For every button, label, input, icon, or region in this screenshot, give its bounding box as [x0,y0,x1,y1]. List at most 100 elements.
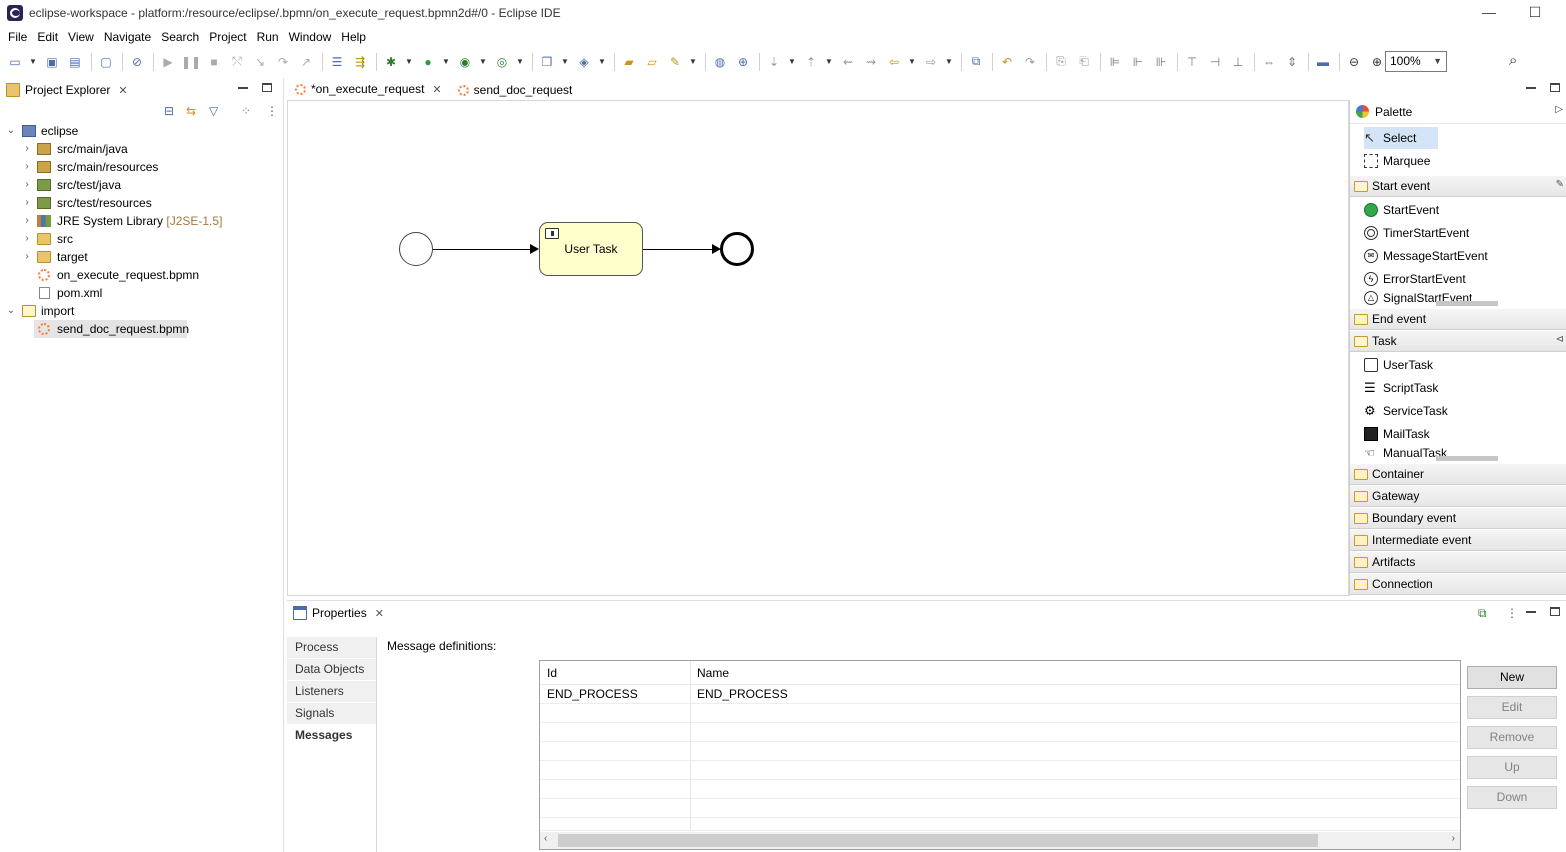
suspend-icon[interactable]: ❚❚ [181,53,201,71]
drawer-container[interactable]: Container [1350,463,1566,485]
start-event-shape[interactable] [399,232,433,266]
disconnect-icon[interactable]: ⤲ [228,53,246,71]
palette-item-usertask[interactable]: UserTask [1364,354,1433,376]
collapsed-chevron-icon[interactable]: › [22,248,32,266]
tab-send-doc-request[interactable]: send_doc_request [450,79,581,101]
copy-icon[interactable]: ⎘ [1052,53,1070,71]
zoom-in-icon[interactable]: ⊕ [1368,53,1386,71]
annotation-icon[interactable]: ⊕ [734,53,752,71]
match-width-icon[interactable]: ⇔ [1260,53,1278,71]
menu-search[interactable]: Search [156,27,204,47]
pin-icon[interactable]: ✎ [1556,179,1564,190]
tree-item-pom-xml[interactable]: pom.xml [0,284,284,302]
grid-icon[interactable]: ▬ [1314,53,1332,71]
save-all-icon[interactable]: ▤ [66,53,84,71]
chevron-down-icon[interactable]: ▼ [825,53,833,71]
palette-tool-select[interactable]: ↖ Select [1364,127,1439,149]
menu-window[interactable]: Window [284,27,337,47]
last-edit-forward-icon[interactable]: ⇝ [862,53,880,71]
maximize-icon[interactable] [1550,607,1560,616]
tab-signals[interactable]: Signals [287,703,376,725]
focus-icon[interactable]: ⁘ [241,104,251,118]
drawer-gateway[interactable]: Gateway [1350,485,1566,507]
search-icon[interactable]: ⌕ [1509,52,1517,69]
drawer-start-event[interactable]: Start event ✎ [1350,175,1566,197]
chevron-down-icon[interactable]: ▼ [442,53,450,71]
chevron-down-icon[interactable]: ▼ [479,53,487,71]
external-tools-icon[interactable]: ◎ [493,53,511,71]
filter-icon[interactable]: ▽ [209,104,218,118]
drawer-end-event[interactable]: End event [1350,308,1566,330]
tab-process[interactable]: Process [287,637,376,659]
collapse-palette-icon[interactable]: ▷ [1555,104,1563,115]
link-with-editor-icon[interactable]: ⇆ [186,104,196,118]
step-return-icon[interactable]: ↗ [297,53,315,71]
minimize-icon[interactable] [238,87,248,89]
redo-icon[interactable]: ↷ [1021,53,1039,71]
palette-item-errorstartevent[interactable]: ϟ ErrorStartEvent [1364,268,1466,290]
back-icon[interactable]: ⇦ [885,53,903,71]
step-into-icon[interactable]: ↘ [251,53,269,71]
tree-item-eclipse[interactable]: ⌄ eclipse [0,122,284,140]
terminal-icon[interactable]: ▢ [97,53,115,71]
resume-icon[interactable]: ▶ [159,53,177,71]
menu-view[interactable]: View [63,27,99,47]
diagram-canvas[interactable]: User Task [287,100,1349,596]
tree-item-send-doc-request[interactable]: send_doc_request.bpmn [0,320,284,338]
drawer-artifacts[interactable]: Artifacts [1350,551,1566,573]
chevron-down-icon[interactable]: ▼ [598,53,606,71]
tree-item-jre-library[interactable]: › JRE System Library [J2SE-1.5] [0,212,284,230]
message-table[interactable]: Id Name END_PROCESS END_PROCESS ‹ › [539,660,1461,850]
chevron-down-icon[interactable]: ▼ [788,53,796,71]
table-row-empty[interactable] [540,704,1460,723]
last-edit-icon[interactable]: ⇜ [839,53,857,71]
collapsed-chevron-icon[interactable]: › [22,230,32,248]
maximize-icon[interactable] [262,83,272,92]
close-icon[interactable]: ✕ [118,84,127,97]
scroll-right-icon[interactable]: › [1452,833,1455,844]
close-icon[interactable]: ✕ [432,83,441,96]
view-menu-icon[interactable]: ⋮ [266,104,278,118]
run-icon[interactable]: ● [419,53,437,71]
minimize-icon[interactable] [1526,87,1536,89]
chevron-down-icon[interactable]: ▼ [908,53,916,71]
expanded-chevron-icon[interactable]: ⌄ [6,122,16,140]
tree-item-src-main-resources[interactable]: › src/main/resources [0,158,284,176]
tree-item-src[interactable]: › src [0,230,284,248]
table-row-empty[interactable] [540,761,1460,780]
scrollbar-thumb[interactable] [558,834,1318,847]
close-icon[interactable]: ✕ [375,607,384,620]
palette-header[interactable]: Palette ▷ [1350,100,1566,124]
palette-item-messagestartevent[interactable]: ✉ MessageStartEvent [1364,245,1488,267]
collapsed-chevron-icon[interactable]: › [22,158,32,176]
expanded-chevron-icon[interactable]: ⌄ [6,302,16,320]
menu-project[interactable]: Project [204,27,251,47]
collapsed-chevron-icon[interactable]: › [22,176,32,194]
chevron-down-icon[interactable]: ▼ [516,53,524,71]
collapsed-chevron-icon[interactable]: › [22,212,32,230]
palette-item-startevent[interactable]: StartEvent [1364,199,1439,221]
globe-icon[interactable]: ◍ [711,53,729,71]
user-task-shape[interactable]: User Task [539,222,643,276]
drop-to-frame-icon[interactable]: ☰ [328,53,346,71]
drawer-connection[interactable]: Connection [1350,573,1566,595]
collapsed-chevron-icon[interactable]: › [22,194,32,212]
zoom-combo[interactable]: 100% ▼ [1385,51,1447,72]
drawer-scrollbar[interactable] [1436,301,1498,306]
tree-item-src-main-java[interactable]: › src/main/java [0,140,284,158]
pin-editor-icon[interactable]: ⧉ [967,53,985,71]
menu-help[interactable]: Help [336,27,371,47]
minimize-icon[interactable] [1526,611,1536,613]
previous-annotation-icon[interactable]: ⇡ [802,53,820,71]
coverage-icon[interactable]: ◉ [456,53,474,71]
table-row-empty[interactable] [540,818,1460,831]
tab-listeners[interactable]: Listeners [287,681,376,703]
drawer-task[interactable]: Task ⊲ [1350,330,1566,352]
new-java-project-icon[interactable]: ❒ [538,53,556,71]
edit-button[interactable]: Edit [1467,696,1557,719]
remove-button[interactable]: Remove [1467,726,1557,749]
table-row[interactable]: END_PROCESS END_PROCESS [540,685,1460,704]
align-top-icon[interactable]: ⊤ [1183,53,1201,71]
open-type-icon[interactable]: ▰ [620,53,638,71]
use-step-filters-icon[interactable]: ⇶ [351,53,369,71]
